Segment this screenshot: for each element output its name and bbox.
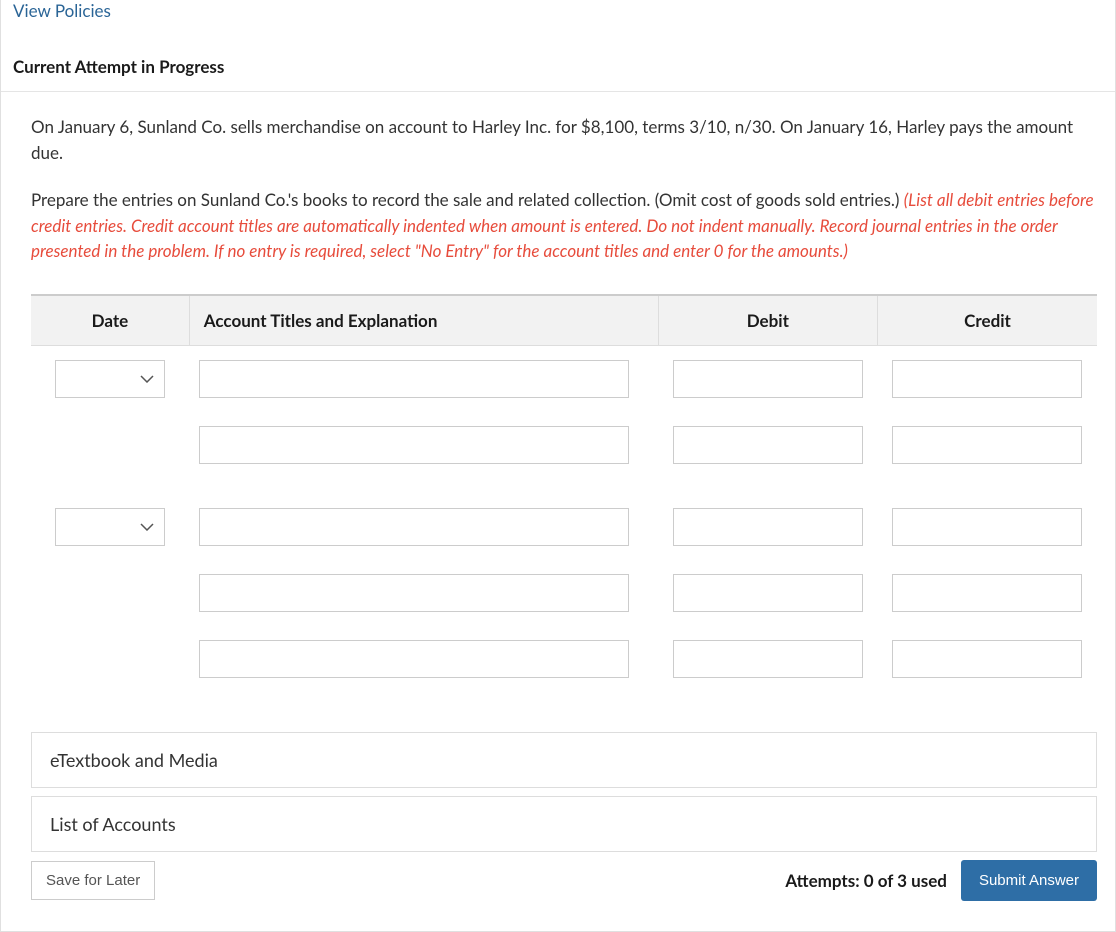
section-title: Current Attempt in Progress: [1, 31, 1115, 92]
header-date: Date: [31, 295, 189, 346]
debit-input[interactable]: [673, 640, 863, 678]
instructions: Prepare the entries on Sunland Co.'s boo…: [31, 187, 1097, 264]
credit-input[interactable]: [892, 508, 1082, 546]
table-row: [31, 412, 1097, 478]
debit-input[interactable]: [673, 574, 863, 612]
journal-entry-table: Date Account Titles and Explanation Debi…: [31, 294, 1097, 692]
list-of-accounts-link[interactable]: List of Accounts: [31, 796, 1097, 852]
question-container: View Policies Current Attempt in Progres…: [0, 0, 1116, 932]
date-select[interactable]: [55, 360, 165, 398]
account-input[interactable]: [199, 640, 629, 678]
question-body: On January 6, Sunland Co. sells merchand…: [1, 92, 1115, 931]
account-input[interactable]: [199, 426, 629, 464]
view-policies-link[interactable]: View Policies: [1, 0, 1115, 31]
submit-answer-button[interactable]: Submit Answer: [961, 860, 1097, 901]
header-account: Account Titles and Explanation: [189, 295, 658, 346]
bottom-row: Save for Later Attempts: 0 of 3 used Sub…: [31, 860, 1097, 901]
attempts-text: Attempts: 0 of 3 used: [785, 870, 947, 891]
debit-input[interactable]: [673, 426, 863, 464]
account-input[interactable]: [199, 574, 629, 612]
header-debit: Debit: [658, 295, 877, 346]
table-row: [31, 560, 1097, 626]
problem-statement: On January 6, Sunland Co. sells merchand…: [31, 114, 1097, 165]
save-for-later-button[interactable]: Save for Later: [31, 861, 155, 900]
etextbook-link[interactable]: eTextbook and Media: [31, 732, 1097, 788]
credit-input[interactable]: [892, 574, 1082, 612]
submit-cluster: Attempts: 0 of 3 used Submit Answer: [785, 860, 1097, 901]
table-row: [31, 345, 1097, 412]
credit-input[interactable]: [892, 426, 1082, 464]
account-input[interactable]: [199, 508, 629, 546]
header-credit: Credit: [878, 295, 1097, 346]
debit-input[interactable]: [673, 360, 863, 398]
table-row: [31, 478, 1097, 560]
instructions-main: Prepare the entries on Sunland Co.'s boo…: [31, 189, 904, 210]
debit-input[interactable]: [673, 508, 863, 546]
account-input[interactable]: [199, 360, 629, 398]
credit-input[interactable]: [892, 640, 1082, 678]
table-row: [31, 626, 1097, 692]
date-select[interactable]: [55, 508, 165, 546]
resources-section: eTextbook and Media List of Accounts: [31, 732, 1097, 852]
credit-input[interactable]: [892, 360, 1082, 398]
